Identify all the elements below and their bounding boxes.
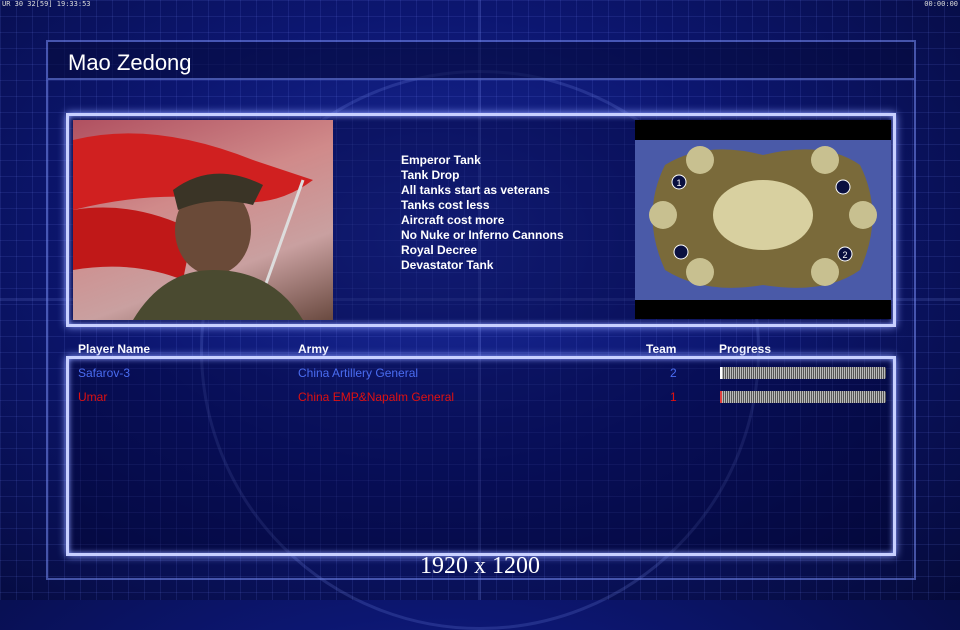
general-traits-list: Emperor Tank Tank Drop All tanks start a… [401, 153, 564, 273]
player-team: 2 [670, 366, 677, 380]
trait-item: Tanks cost less [401, 198, 490, 212]
trait-item: All tanks start as veterans [401, 183, 550, 197]
trait-item: Tank Drop [401, 168, 460, 182]
table-row: Umar China EMP&Napalm General 1 [78, 390, 888, 406]
header-army: Army [298, 342, 329, 356]
resolution-label: 1920 x 1200 [420, 553, 540, 579]
player-army: China Artillery General [298, 366, 419, 380]
player-name: Umar [78, 390, 108, 404]
trait-item: Devastator Tank [401, 258, 494, 272]
progress-bar [720, 391, 886, 403]
svg-text:2: 2 [842, 250, 847, 260]
general-name: Mao Zedong [68, 50, 192, 75]
general-portrait [73, 120, 333, 320]
header-player-name: Player Name [78, 342, 151, 356]
status-right-timer: 00:00:00 [924, 0, 958, 8]
player-name: Safarov-3 [78, 366, 131, 380]
map-preview: 1 2 [635, 120, 891, 319]
trait-item: Emperor Tank [401, 153, 481, 167]
header-progress: Progress [719, 342, 772, 356]
player-team: 1 [670, 390, 677, 404]
player-army: China EMP&Napalm General [298, 390, 455, 404]
trait-item: Royal Decree [401, 243, 478, 257]
start-position-2: 2 [837, 246, 853, 262]
trait-item: No Nuke or Inferno Cannons [401, 228, 564, 242]
table-row: Safarov-3 China Artillery General 2 [78, 366, 888, 382]
header-team: Team [646, 342, 677, 356]
trait-item: Aircraft cost more [401, 213, 505, 227]
start-position-1: 1 [671, 174, 687, 190]
status-left: UR 30 32[59] 19:33:53 [2, 0, 91, 8]
players-panel [66, 356, 896, 556]
svg-text:1: 1 [676, 178, 681, 188]
progress-bar [720, 367, 886, 379]
